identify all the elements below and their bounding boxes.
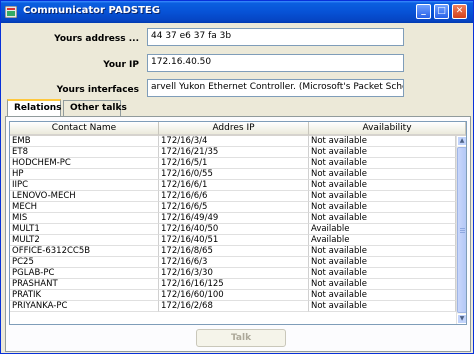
maximize-button[interactable]: □	[434, 4, 449, 19]
scroll-down-arrow-icon[interactable]: ▼	[457, 314, 466, 324]
table-row[interactable]: MULT2 172/16/40/51 Available	[10, 235, 456, 246]
table-row[interactable]: PRIYANKA-PC 172/16/2/68 Not available	[10, 301, 456, 312]
address-ip-cell: 172/16/49/49	[159, 213, 309, 224]
address-ip-cell: 172/16/3/4	[159, 136, 309, 147]
table-row[interactable]: IIPC 172/16/6/1 Not available	[10, 180, 456, 191]
column-header-address-ip[interactable]: Addres IP	[159, 122, 309, 136]
table-row[interactable]: MIS 172/16/49/49 Not available	[10, 213, 456, 224]
availability-cell: Not available	[309, 246, 456, 257]
address-ip-cell: 172/16/6/1	[159, 180, 309, 191]
minimize-button[interactable]: _	[416, 4, 431, 19]
address-ip-cell: 172/16/21/35	[159, 147, 309, 158]
availability-cell: Not available	[309, 136, 456, 147]
availability-cell: Not available	[309, 257, 456, 268]
address-ip-cell: 172/16/40/51	[159, 235, 309, 246]
column-header-contact-name[interactable]: Contact Name	[10, 122, 159, 136]
column-header-availability[interactable]: Availability	[309, 122, 466, 136]
contact-name-cell: OFFICE-6312CC5B	[10, 246, 159, 257]
table-row[interactable]: HP 172/16/0/55 Not available	[10, 169, 456, 180]
address-ip-cell: 172/16/6/6	[159, 191, 309, 202]
table-row[interactable]: OFFICE-6312CC5B 172/16/8/65 Not available	[10, 246, 456, 257]
contact-name-cell: PRIYANKA-PC	[10, 301, 159, 312]
table-row[interactable]: LENOVO-MECH 172/16/6/6 Not available	[10, 191, 456, 202]
interfaces-field[interactable]: arvell Yukon Ethernet Controller. (Micro…	[147, 79, 404, 97]
address-field[interactable]: 44 37 e6 37 fa 3b	[147, 28, 404, 46]
table-row[interactable]: ET8 172/16/21/35 Not available	[10, 147, 456, 158]
maximize-icon: □	[437, 6, 446, 16]
availability-cell: Not available	[309, 279, 456, 290]
table-row[interactable]: EMB 172/16/3/4 Not available	[10, 136, 456, 147]
contact-name-cell: ET8	[10, 147, 159, 158]
address-ip-cell: 172/16/5/1	[159, 158, 309, 169]
app-icon	[5, 6, 17, 18]
table-row[interactable]: PRASHANT 172/16/16/125 Not available	[10, 279, 456, 290]
contact-name-cell: IIPC	[10, 180, 159, 191]
contact-name-cell: PGLAB-PC	[10, 268, 159, 279]
address-ip-cell: 172/16/6/5	[159, 202, 309, 213]
ip-label: Your IP	[103, 60, 139, 70]
close-icon: ✕	[455, 6, 464, 16]
address-ip-cell: 172/16/40/50	[159, 224, 309, 235]
table-row[interactable]: MULT1 172/16/40/50 Available	[10, 224, 456, 235]
table-row[interactable]: MECH 172/16/6/5 Not available	[10, 202, 456, 213]
contact-name-cell: MECH	[10, 202, 159, 213]
address-ip-cell: 172/16/6/3	[159, 257, 309, 268]
interfaces-label: Yours interfaces	[56, 85, 139, 95]
table-row[interactable]: PC25 172/16/6/3 Not available	[10, 257, 456, 268]
ip-field[interactable]: 172.16.40.50	[147, 54, 404, 72]
availability-cell: Not available	[309, 169, 456, 180]
minimize-icon: _	[421, 6, 426, 16]
window-title: Communicator PADSTEG	[23, 5, 160, 16]
availability-cell: Not available	[309, 301, 456, 312]
address-ip-cell: 172/16/60/100	[159, 290, 309, 301]
contact-name-cell: PRASHANT	[10, 279, 159, 290]
address-ip-cell: 172/16/3/30	[159, 268, 309, 279]
address-ip-cell: 172/16/16/125	[159, 279, 309, 290]
availability-cell: Not available	[309, 191, 456, 202]
relations-panel: Contact Name Addres IP Availability EMB 1…	[5, 116, 471, 352]
availability-cell: Not available	[309, 268, 456, 279]
availability-cell: Not available	[309, 158, 456, 169]
contact-name-cell: LENOVO-MECH	[10, 191, 159, 202]
contacts-table: Contact Name Addres IP Availability EMB 1…	[9, 121, 467, 325]
availability-cell: Not available	[309, 202, 456, 213]
contact-name-cell: PC25	[10, 257, 159, 268]
main-window: Communicator PADSTEG _ □ ✕ Yours address…	[0, 0, 474, 354]
tab-other-talks[interactable]: Other talks	[63, 100, 127, 116]
scroll-up-arrow-icon[interactable]: ▲	[457, 136, 466, 146]
close-button[interactable]: ✕	[452, 4, 467, 19]
availability-cell: Not available	[309, 147, 456, 158]
availability-cell: Available	[309, 224, 456, 235]
availability-cell: Not available	[309, 180, 456, 191]
talk-button[interactable]: Talk	[196, 329, 286, 347]
address-label: Yours address ...	[54, 34, 139, 44]
table-row[interactable]: PRATIK 172/16/60/100 Not available	[10, 290, 456, 301]
tab-relations[interactable]: Relations	[7, 99, 62, 116]
address-ip-cell: 172/16/2/68	[159, 301, 309, 312]
table-row[interactable]: PGLAB-PC 172/16/3/30 Not available	[10, 268, 456, 279]
table-scrollbar[interactable]: ▲ ▼	[456, 136, 466, 324]
table-row[interactable]: HODCHEM-PC 172/16/5/1 Not available	[10, 158, 456, 169]
availability-cell: Available	[309, 235, 456, 246]
contact-name-cell: MIS	[10, 213, 159, 224]
contact-name-cell: EMB	[10, 136, 159, 147]
contact-name-cell: MULT2	[10, 235, 159, 246]
table-header: Contact Name Addres IP Availability	[10, 122, 466, 136]
contact-name-cell: HP	[10, 169, 159, 180]
contact-name-cell: HODCHEM-PC	[10, 158, 159, 169]
availability-cell: Not available	[309, 290, 456, 301]
availability-cell: Not available	[309, 213, 456, 224]
contact-name-cell: PRATIK	[10, 290, 159, 301]
title-bar[interactable]: Communicator PADSTEG _ □ ✕	[1, 1, 473, 23]
address-ip-cell: 172/16/8/65	[159, 246, 309, 257]
address-ip-cell: 172/16/0/55	[159, 169, 309, 180]
scrollbar-thumb[interactable]	[457, 147, 466, 313]
contact-name-cell: MULT1	[10, 224, 159, 235]
